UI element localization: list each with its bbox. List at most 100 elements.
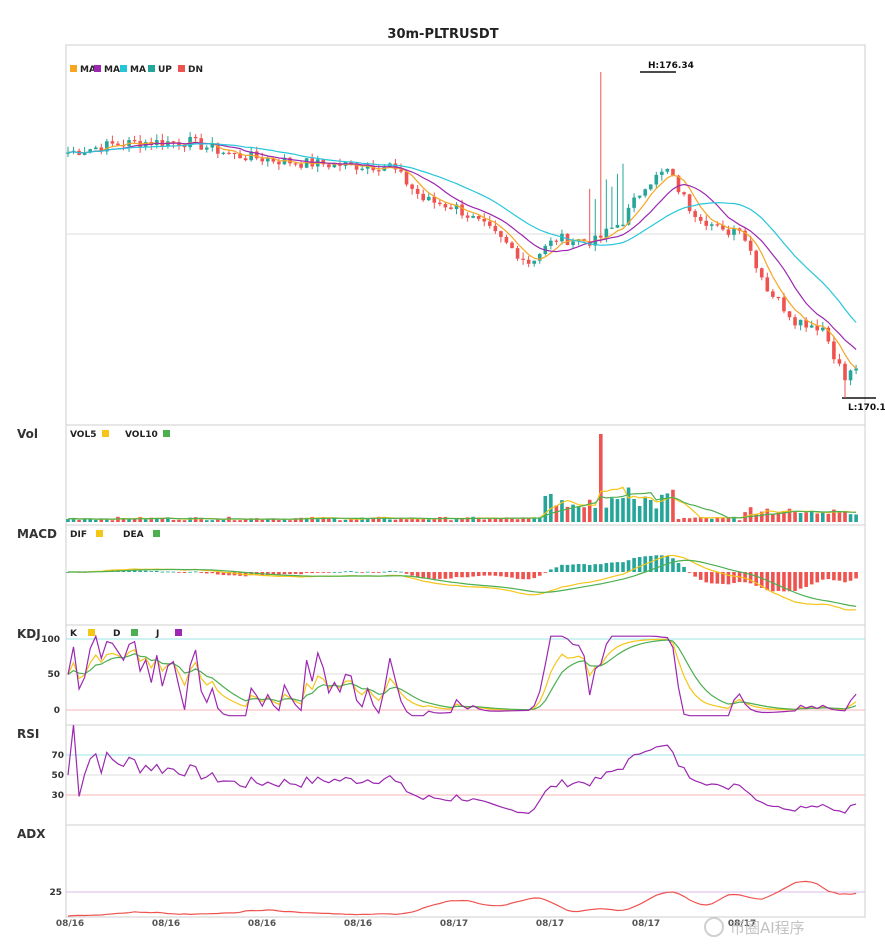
macd-panel-label: MACD xyxy=(17,527,57,541)
macd-bar xyxy=(854,572,858,579)
volume-bar xyxy=(637,505,642,522)
candle-body xyxy=(299,163,303,168)
candle-body xyxy=(765,277,770,292)
vol5-line xyxy=(67,486,857,521)
macd-bar xyxy=(654,555,659,572)
candle-body xyxy=(438,202,442,205)
vol-panel xyxy=(65,424,866,526)
volume-bar xyxy=(243,519,248,522)
ma-fast-line xyxy=(67,141,857,369)
vol10-line xyxy=(67,491,857,520)
volume-bar xyxy=(482,519,487,522)
main-legend: MA MA MA UP DN xyxy=(70,65,203,75)
ma-slow-swatch xyxy=(120,65,127,72)
volume-bar xyxy=(232,520,237,522)
volume-bar xyxy=(77,519,81,522)
candle-body xyxy=(499,231,503,237)
candle-body xyxy=(615,224,620,228)
candle-body xyxy=(848,370,853,381)
candle-body xyxy=(93,147,98,150)
volume-bar xyxy=(737,520,742,522)
candle-body xyxy=(621,224,625,226)
macd-bar xyxy=(848,572,853,581)
candle-body xyxy=(771,291,775,297)
macd-bar xyxy=(282,572,287,575)
volume-bar xyxy=(515,519,520,522)
volume-bar xyxy=(210,520,215,522)
candlesticks xyxy=(66,72,858,398)
indicator-lines xyxy=(67,141,857,917)
volume-bar xyxy=(676,518,681,522)
volume-bar xyxy=(338,520,342,522)
macd-bar xyxy=(587,564,592,572)
candle-body xyxy=(604,228,609,238)
macd-bar xyxy=(560,564,564,572)
macd-bar xyxy=(610,562,614,572)
macd-bar xyxy=(798,572,803,589)
candle-body xyxy=(449,207,453,210)
macd-bar xyxy=(426,572,431,579)
dif-swatch xyxy=(96,530,103,537)
macd-bar xyxy=(377,572,381,573)
volume-bar xyxy=(288,520,292,522)
volume-bar xyxy=(143,519,148,522)
rsi-line xyxy=(67,724,857,815)
macd-bar xyxy=(471,572,475,577)
volume-bar xyxy=(93,519,98,522)
candle-body xyxy=(654,174,659,185)
candle-body xyxy=(643,189,647,196)
candle-body xyxy=(504,236,509,243)
candle-body xyxy=(515,248,520,259)
date-tick: 08/16 xyxy=(152,919,180,929)
dea-swatch xyxy=(153,530,160,537)
macd-bar xyxy=(138,570,142,572)
macd-bar xyxy=(776,572,781,591)
macd-bar xyxy=(476,572,481,576)
macd-bar xyxy=(804,572,808,587)
candle-body xyxy=(782,297,786,312)
volume-bar xyxy=(127,519,131,522)
low-label: L:170.1 xyxy=(848,403,885,413)
candle-body xyxy=(554,240,559,242)
volume-bar xyxy=(837,511,842,522)
volume-bar xyxy=(610,498,614,522)
macd-bar xyxy=(510,572,514,578)
candle-body xyxy=(243,158,248,161)
candle-body xyxy=(687,194,692,212)
macd-bar xyxy=(332,571,337,573)
j-swatch xyxy=(175,629,182,636)
chart-canvas: 30m-PLTRUSDT Vol MACD KDJ RSI ADX 100 50… xyxy=(17,27,885,937)
volume-bar xyxy=(632,498,636,522)
k-label: K xyxy=(70,629,78,639)
candle-body xyxy=(476,216,481,219)
volume-bar xyxy=(815,513,820,522)
volume-bars xyxy=(66,434,858,522)
macd-bar xyxy=(687,572,692,573)
candle-body xyxy=(660,171,664,175)
volume-bar xyxy=(388,519,392,522)
candle-body xyxy=(193,136,198,139)
ma-mid-line xyxy=(67,141,857,350)
candle-body xyxy=(110,141,115,144)
volume-bar xyxy=(454,519,459,522)
volume-bar xyxy=(582,507,586,522)
macd-bar xyxy=(698,572,703,580)
kdj-tick-50: 50 xyxy=(47,670,60,680)
volume-bar xyxy=(177,519,181,522)
candle-body xyxy=(549,240,553,246)
candle-body xyxy=(404,171,409,185)
macd-bar xyxy=(415,572,420,578)
candle-body xyxy=(599,235,603,238)
volume-bar xyxy=(848,514,853,522)
macd-bar xyxy=(537,572,542,576)
volume-bar xyxy=(710,518,714,522)
candle-body xyxy=(266,158,270,162)
macd-legend: DIF DEA xyxy=(70,530,160,540)
watermark: 币圈AI程序 xyxy=(704,917,805,937)
ma-slow-line xyxy=(67,142,857,323)
macd-bar xyxy=(565,564,570,572)
candle-body xyxy=(693,211,697,217)
date-tick: 08/16 xyxy=(344,919,372,929)
macd-bar xyxy=(532,572,536,579)
volume-bar xyxy=(266,519,270,522)
